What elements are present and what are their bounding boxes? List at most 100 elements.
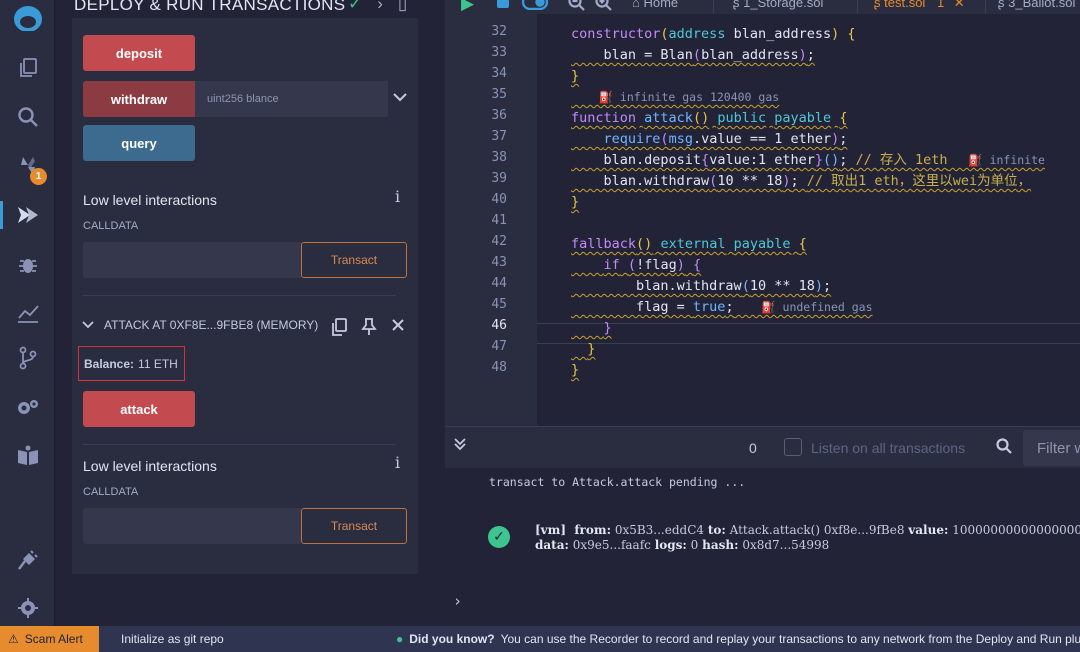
instance-header[interactable]: ATTACK AT 0XF8E...9FBE8 (MEMORY) (82, 318, 318, 332)
withdraw-button[interactable]: withdraw (83, 81, 195, 117)
line-number: 37 (491, 129, 507, 144)
did-you-know-tip: ● Did you know? You can use the Recorder t… (396, 632, 1080, 646)
deposit-button[interactable]: deposit (83, 35, 195, 71)
plugin-manager-icon[interactable] (0, 540, 55, 580)
code-token: // 存入 1eth (855, 152, 948, 168)
code-line: } (571, 318, 612, 339)
code-token: } (587, 341, 596, 357)
solidity-file-icon: ʂ (874, 0, 881, 10)
pin-icon[interactable] (361, 318, 377, 341)
code-token: ( (692, 47, 702, 63)
toggle-icon[interactable] (521, 0, 549, 15)
transact-button[interactable]: Transact (301, 242, 407, 278)
code-token: payable (774, 110, 832, 126)
log-line-1: [vm] from: 0x5B3...eddC4 to: Attack.atta… (535, 523, 1080, 537)
debugger-icon[interactable] (0, 244, 55, 284)
code-token: ; (839, 131, 848, 147)
info-icon[interactable]: i (395, 453, 400, 472)
code-line: ⛽ infinite gas 120400 gas (571, 87, 780, 108)
plugin-settings-icon[interactable] (0, 387, 55, 427)
code-token: 10 ** 18 (717, 173, 783, 189)
code-line: blan.withdraw(10 ** 18); (571, 276, 831, 297)
line-number: 41 (491, 213, 507, 228)
analytics-icon[interactable] (0, 293, 55, 333)
warning-icon: ⚠ (8, 632, 19, 646)
init-git-repo-link[interactable]: Initialize as git repo (121, 632, 224, 646)
code-token: blan = Blan (571, 47, 693, 63)
withdraw-param-input[interactable]: uint256 blance (195, 81, 388, 117)
code-token: blan_address (725, 26, 832, 42)
code-line: constructor(address blan_address) { (571, 24, 856, 45)
log-line-2: data: 0x9e5...faafc logs: 0 hash: 0x8d7.… (535, 538, 830, 552)
check-icon: ✓ (348, 0, 363, 13)
deploy-run-icon[interactable] (0, 195, 55, 235)
code-token: } (571, 362, 580, 378)
compiler-badge: 1 (30, 168, 47, 185)
chevron-right-icon[interactable]: › (377, 0, 383, 14)
code-line: } (571, 192, 579, 213)
copy-icon[interactable] (331, 318, 347, 341)
tab-home[interactable]: ⌂ Home (632, 0, 678, 10)
calldata-input[interactable] (83, 242, 301, 278)
code-token: } (814, 152, 823, 168)
file-explorer-icon[interactable] (0, 48, 55, 88)
line-number: 35 (491, 87, 507, 102)
filter-input[interactable]: Filter w (1023, 430, 1080, 466)
section-divider (83, 444, 396, 445)
instance-actions (331, 318, 405, 341)
code-token: ( (660, 131, 669, 147)
line-number: 40 (491, 192, 507, 207)
solidity-compiler-icon[interactable]: 1 (0, 146, 55, 186)
collapse-terminal-icon[interactable] (453, 437, 467, 455)
transaction-log[interactable]: [vm] from: 0x5B3...eddC4 to: Attack.atta… (535, 523, 1080, 553)
transact-button[interactable]: Transact (301, 508, 407, 544)
line-number: 42 (491, 234, 507, 249)
low-level-interactions-title: Low level interactions (83, 192, 217, 208)
git-icon[interactable] (0, 338, 55, 378)
learneth-icon[interactable] (0, 436, 55, 476)
remix-logo-icon[interactable] (0, 0, 55, 36)
tab-test-sol[interactable]: ʂ test.sol 1 ✕ (874, 0, 965, 11)
line-number: 36 (491, 108, 507, 123)
code-token: { (798, 236, 807, 252)
query-button[interactable]: query (83, 125, 195, 161)
close-tab-icon[interactable]: ✕ (954, 0, 965, 10)
scam-alert-button[interactable]: ⚠ Scam Alert (0, 626, 99, 652)
code-token: msg (668, 131, 693, 147)
panel-layout-icon[interactable]: ▯ (398, 0, 407, 14)
code-token: } (603, 320, 612, 336)
code-token: if (603, 257, 620, 273)
settings-gear-icon[interactable] (0, 588, 55, 628)
listen-checkbox[interactable] (784, 438, 802, 456)
code-token: () (823, 152, 840, 168)
code-line: function attack() public payable { (571, 108, 847, 129)
panel-title: DEPLOY & RUN TRANSACTIONS (74, 0, 346, 14)
code-token: } (571, 68, 580, 84)
attack-button[interactable]: attack (83, 391, 195, 427)
code-token: { (839, 110, 848, 126)
terminal-prompt[interactable]: › (453, 592, 462, 610)
chevron-down-icon[interactable] (393, 89, 407, 105)
play-icon[interactable]: ▶ (461, 0, 474, 14)
code-token: value:1 ether (709, 152, 815, 168)
chevron-down-icon[interactable] (82, 318, 94, 332)
code-token: ( (627, 257, 637, 273)
code-token: () (636, 236, 653, 252)
tab-1-storage[interactable]: ʂ 1_Storage.sol (733, 0, 823, 10)
tab-3-ballot[interactable]: ʂ 3_Ballot.sol (998, 0, 1075, 10)
tab-separator (985, 0, 986, 14)
terminal-toolbar: 0 Listen on all transactions Filter w (445, 426, 1080, 468)
panel-header-actions: ✓ › ▯ (348, 0, 407, 14)
calldata-input[interactable] (83, 508, 301, 544)
search-icon[interactable] (0, 97, 55, 137)
tab-separator (713, 0, 714, 14)
search-icon[interactable] (996, 438, 1012, 459)
info-icon[interactable]: i (395, 187, 400, 206)
code-editor[interactable]: 32 constructor(address blan_address) {33 … (445, 14, 1080, 426)
code-line: } (571, 66, 579, 87)
close-icon[interactable] (391, 318, 405, 341)
